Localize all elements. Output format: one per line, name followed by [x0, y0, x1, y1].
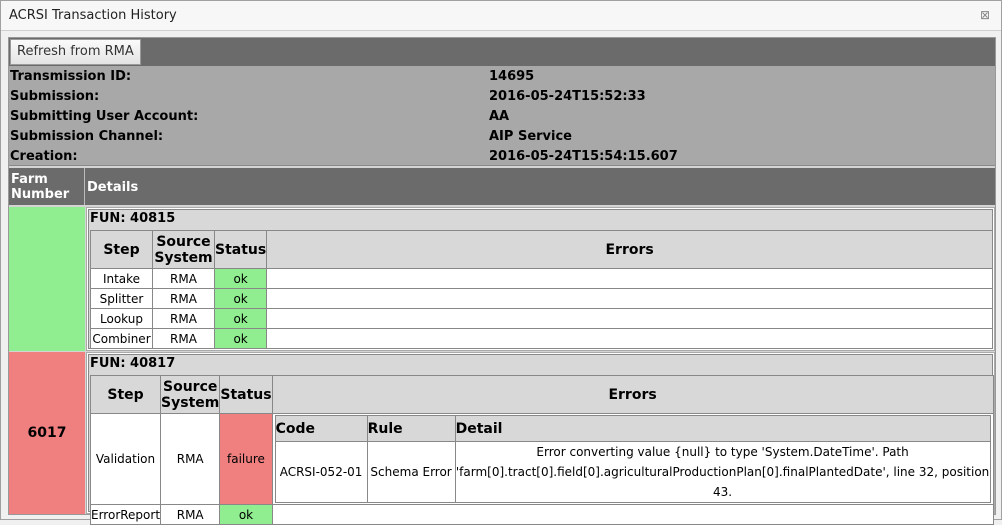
step-cell: Splitter — [90, 288, 153, 309]
meta-label: Submission Channel: — [10, 129, 164, 144]
steps-table: Step Source System Status Errors Validat… — [89, 375, 994, 525]
table-row: Combiner RMA ok — [90, 328, 993, 349]
source-header-line1: Source — [163, 378, 218, 395]
error-row: ACRSI-052-01 Schema Error Error converti… — [274, 441, 991, 503]
step-cell: Lookup — [90, 308, 153, 329]
meta-value: AIP Service — [489, 129, 572, 144]
step-cell: ErrorReport — [89, 504, 162, 525]
errors-cell — [266, 328, 993, 349]
meta-value: AA — [489, 109, 510, 124]
errors-cell — [271, 504, 994, 525]
table-row: Lookup RMA ok — [90, 308, 993, 329]
errors-cell: Code Rule Detail ACRSI-052-01 Schema Err… — [271, 413, 994, 505]
status-cell: ok — [213, 288, 268, 309]
status-header: Status — [213, 230, 268, 269]
grid-header: Farm Number Details — [9, 168, 995, 205]
farm-number-cell: 6017 — [9, 352, 85, 514]
errors-cell — [266, 308, 993, 329]
fun-label: FUN: 40815 — [90, 211, 176, 226]
source-system-header: Source System — [152, 230, 215, 269]
meta-value: 2016-05-24T15:54:15.607 — [489, 149, 678, 164]
errors-header: Errors — [271, 375, 994, 414]
acrsi-window: ACRSI Transaction History ⊠ Refresh from… — [0, 0, 1002, 525]
status-header: Status — [219, 375, 273, 414]
source-cell: RMA — [160, 504, 221, 525]
title-bar: ACRSI Transaction History ⊠ — [1, 1, 1001, 31]
details-header[interactable]: Details — [87, 180, 138, 195]
source-header-line1: Source — [156, 233, 211, 250]
meta-value: 14695 — [489, 69, 535, 84]
meta-row-creation: Creation: 2016-05-24T15:54:15.607 — [9, 147, 995, 167]
close-icon[interactable]: ⊠ — [979, 9, 991, 21]
meta-row-submission: Submission: 2016-05-24T15:52:33 — [9, 87, 995, 107]
error-details-table: Code Rule Detail ACRSI-052-01 Schema Err… — [274, 415, 991, 503]
toolbar: Refresh from RMA — [9, 38, 995, 66]
source-cell: RMA — [152, 328, 215, 349]
error-detail: Error converting value {null} to type 'S… — [454, 441, 991, 503]
source-cell: RMA — [152, 308, 215, 329]
source-header-line2: System — [161, 394, 220, 411]
step-cell: Intake — [90, 268, 153, 289]
table-row: Splitter RMA ok — [90, 288, 993, 309]
table-row: ErrorReport RMA ok — [89, 504, 994, 525]
error-code: ACRSI-052-01 — [274, 441, 368, 503]
status-cell: failure — [219, 413, 273, 505]
farm-header-line1: Farm — [11, 172, 48, 187]
step-header: Step — [89, 375, 162, 414]
step-cell: Combiner — [90, 328, 153, 349]
refresh-from-rma-button[interactable]: Refresh from RMA — [10, 39, 141, 65]
meta-value: 2016-05-24T15:52:33 — [489, 89, 646, 104]
meta-label: Creation: — [10, 149, 78, 164]
rule-header: Rule — [366, 415, 456, 442]
errors-header: Errors — [266, 230, 993, 269]
status-cell: ok — [219, 504, 273, 525]
table-row: Intake RMA ok — [90, 268, 993, 289]
meta-row-transmission-id: Transmission ID: 14695 — [9, 67, 995, 87]
fun-label: FUN: 40817 — [90, 356, 176, 371]
meta-label: Submission: — [10, 89, 100, 104]
farm-number-header[interactable]: Farm Number — [9, 168, 85, 205]
status-cell: ok — [213, 328, 268, 349]
window-title: ACRSI Transaction History — [9, 8, 177, 23]
step-cell: Validation — [89, 413, 162, 505]
source-cell: RMA — [152, 268, 215, 289]
fun-block: FUN: 40815 Step Source System Status Err… — [88, 209, 993, 349]
source-cell: RMA — [160, 413, 221, 505]
meta-row-channel: Submission Channel: AIP Service — [9, 127, 995, 147]
table-row: Validation RMA failure Code Rule Detail — [89, 413, 994, 505]
details-cell: FUN: 40815 Step Source System Status Err… — [86, 207, 995, 351]
meta-row-user-account: Submitting User Account: AA — [9, 107, 995, 127]
errors-cell — [266, 268, 993, 289]
errors-cell — [266, 288, 993, 309]
step-header: Step — [90, 230, 153, 269]
meta-label: Transmission ID: — [10, 69, 132, 84]
source-cell: RMA — [152, 288, 215, 309]
source-system-header: Source System — [160, 375, 221, 414]
status-cell: ok — [213, 268, 268, 289]
details-cell: FUN: 40817 Step Source System Status Err… — [86, 352, 995, 525]
steps-table: Step Source System Status Errors Intake … — [90, 230, 993, 349]
detail-header: Detail — [454, 415, 991, 442]
code-header: Code — [274, 415, 368, 442]
content-panel: Refresh from RMA Transmission ID: 14695 … — [8, 37, 996, 525]
farm-number-cell — [9, 207, 85, 351]
farm-row: 6017 FUN: 40817 Step Source System Statu… — [9, 352, 995, 525]
meta-label: Submitting User Account: — [10, 109, 199, 124]
fun-block: FUN: 40817 Step Source System Status Err… — [88, 354, 994, 525]
source-header-line2: System — [154, 249, 213, 266]
error-rule: Schema Error — [366, 441, 456, 503]
transmission-summary: Transmission ID: 14695 Submission: 2016-… — [9, 66, 995, 166]
farm-row: FUN: 40815 Step Source System Status Err… — [9, 207, 995, 351]
farm-header-line2: Number — [11, 187, 70, 202]
status-cell: ok — [213, 308, 268, 329]
